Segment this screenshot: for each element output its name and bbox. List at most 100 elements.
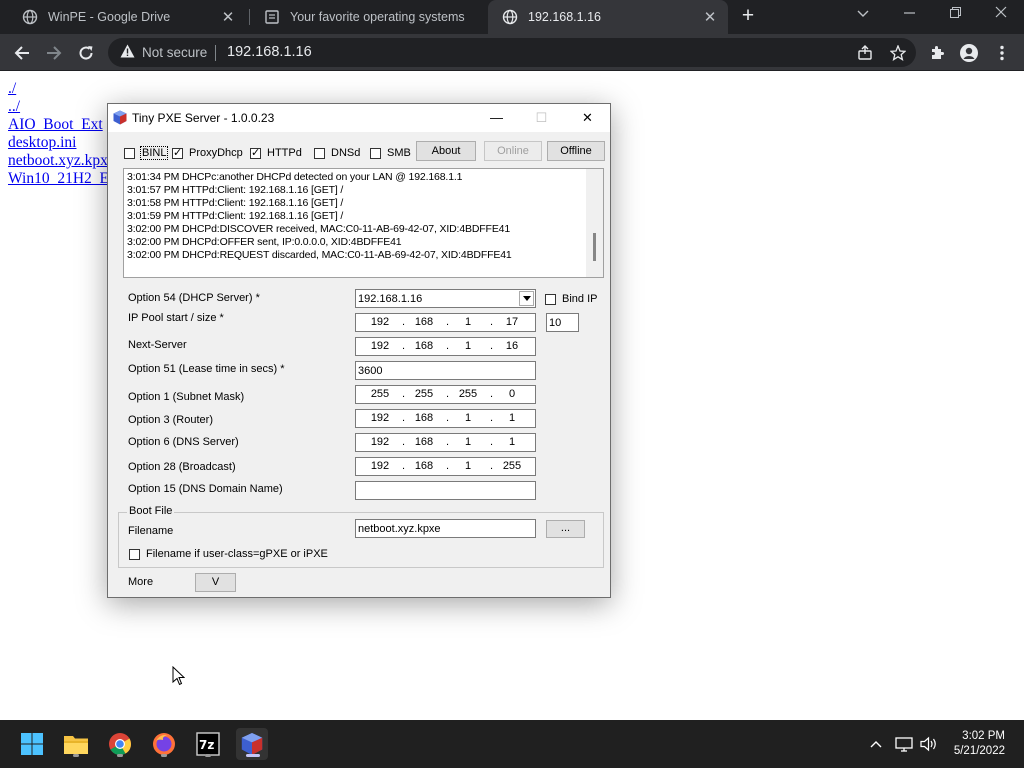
tab-winpe-drive[interactable]: WinPE - Google Drive ✕ bbox=[8, 0, 246, 34]
dnsd-checkbox[interactable]: DNSd bbox=[314, 147, 360, 159]
lease-time-field[interactable]: 3600 bbox=[355, 361, 536, 380]
ip-octet[interactable]: 192 bbox=[365, 412, 395, 424]
httpd-checkbox[interactable]: HTTPd bbox=[250, 146, 302, 159]
router-field[interactable]: 192 . 168 . 1 . 1 bbox=[355, 409, 536, 428]
scrollbar-thumb[interactable] bbox=[593, 233, 596, 261]
ip-octet[interactable]: 16 bbox=[497, 340, 527, 352]
ip-octet[interactable]: 255 bbox=[497, 460, 527, 472]
chevron-down-icon[interactable] bbox=[519, 291, 534, 306]
share-icon[interactable] bbox=[855, 43, 875, 63]
bind-ip-checkbox[interactable]: Bind IP bbox=[545, 293, 597, 305]
link-win10[interactable]: Win10_21H2_E bbox=[8, 170, 109, 188]
volume-icon[interactable] bbox=[918, 733, 940, 755]
link-netboot-kpxe[interactable]: netboot.xyz.kpx bbox=[8, 152, 109, 170]
ip-octet[interactable]: 255 bbox=[409, 388, 439, 400]
ip-octet[interactable]: 168 bbox=[409, 316, 439, 328]
about-button[interactable]: About bbox=[416, 141, 476, 161]
log-line: 3:01:57 PM HTTPd:Client: 192.168.1.16 [G… bbox=[127, 184, 344, 196]
user-class-checkbox[interactable]: Filename if user-class=gPXE or iPXE bbox=[129, 548, 328, 560]
ip-pool-size-field[interactable]: 10 bbox=[546, 313, 579, 332]
log-output[interactable]: 3:01:34 PM DHCPc:another DHCPd detected … bbox=[123, 168, 604, 278]
minimize-icon[interactable]: — bbox=[474, 104, 519, 132]
tiny-pxe-icon[interactable] bbox=[236, 728, 268, 760]
window-title: Tiny PXE Server - 1.0.0.23 bbox=[132, 111, 275, 125]
tab-local-server[interactable]: 192.168.1.16 ✕ bbox=[488, 0, 728, 34]
close-icon[interactable]: ✕ bbox=[565, 104, 610, 132]
chrome-icon[interactable] bbox=[104, 728, 136, 760]
clock-date: 5/21/2022 bbox=[953, 745, 1005, 757]
menu-icon[interactable] bbox=[991, 42, 1013, 64]
window-titlebar[interactable]: Tiny PXE Server - 1.0.0.23 — ☐ ✕ bbox=[108, 104, 610, 132]
close-icon[interactable] bbox=[978, 0, 1024, 30]
back-icon[interactable] bbox=[10, 41, 34, 65]
option54-combo[interactable]: 192.168.1.16 bbox=[355, 289, 536, 308]
dns-server-field[interactable]: 192 . 168 . 1 . 1 bbox=[355, 433, 536, 452]
ip-octet[interactable]: 192 bbox=[365, 460, 395, 472]
star-icon[interactable] bbox=[888, 43, 908, 63]
close-icon[interactable]: ✕ bbox=[220, 8, 236, 26]
ip-octet[interactable]: 168 bbox=[409, 412, 439, 424]
ip-dot: . bbox=[490, 436, 494, 448]
url-text[interactable]: 192.168.1.16 bbox=[227, 44, 312, 60]
ip-octet[interactable]: 1 bbox=[453, 412, 483, 424]
ip-octet[interactable]: 192 bbox=[365, 316, 395, 328]
warning-icon[interactable] bbox=[120, 44, 135, 63]
ip-octet[interactable]: 1 bbox=[453, 436, 483, 448]
ip-octet[interactable]: 168 bbox=[409, 460, 439, 472]
offline-button[interactable]: Offline bbox=[547, 141, 605, 161]
forward-icon[interactable] bbox=[42, 41, 66, 65]
dns-domain-field[interactable] bbox=[355, 481, 536, 500]
firefox-icon[interactable] bbox=[148, 728, 180, 760]
log-scrollbar[interactable] bbox=[586, 169, 603, 277]
link-aio-boot-ext[interactable]: AIO_Boot_Ext bbox=[8, 116, 109, 134]
next-server-field[interactable]: 192 . 168 . 1 . 16 bbox=[355, 337, 536, 356]
mouse-cursor-icon bbox=[172, 666, 185, 686]
ip-octet[interactable]: 17 bbox=[497, 316, 527, 328]
option15-label: Option 15 (DNS Domain Name) bbox=[128, 483, 283, 495]
ip-octet[interactable]: 1 bbox=[453, 460, 483, 472]
ip-octet[interactable]: 0 bbox=[497, 388, 527, 400]
address-bar[interactable]: Not secure 192.168.1.16 bbox=[108, 38, 916, 67]
smb-checkbox[interactable]: SMB bbox=[370, 147, 411, 159]
profile-icon[interactable] bbox=[958, 42, 980, 64]
network-icon[interactable] bbox=[893, 733, 915, 755]
file-explorer-icon[interactable] bbox=[60, 728, 92, 760]
chevron-up-icon[interactable] bbox=[865, 733, 887, 755]
proxydhcp-checkbox[interactable]: ProxyDhcp bbox=[172, 146, 243, 159]
ip-octet[interactable]: 1 bbox=[453, 316, 483, 328]
ip-octet[interactable]: 192 bbox=[365, 340, 395, 352]
tab-favorite-os[interactable]: Your favorite operating systems bbox=[250, 0, 486, 34]
ip-octet[interactable]: 1 bbox=[497, 436, 527, 448]
boot-filename-value: netboot.xyz.kpxe bbox=[358, 523, 441, 535]
ip-octet[interactable]: 168 bbox=[409, 436, 439, 448]
restore-icon[interactable] bbox=[932, 0, 978, 30]
link-current-dir[interactable]: ./ bbox=[8, 80, 109, 98]
ip-pool-start-field[interactable]: 192 . 168 . 1 . 17 bbox=[355, 313, 536, 332]
ip-octet[interactable]: 168 bbox=[409, 340, 439, 352]
browse-button[interactable]: ... bbox=[546, 520, 585, 538]
broadcast-field[interactable]: 192 . 168 . 1 . 255 bbox=[355, 457, 536, 476]
subnet-mask-field[interactable]: 255 . 255 . 255 . 0 bbox=[355, 385, 536, 404]
ip-octet[interactable]: 1 bbox=[497, 412, 527, 424]
ip-octet[interactable]: 255 bbox=[453, 388, 483, 400]
close-icon[interactable]: ✕ bbox=[702, 8, 718, 26]
ip-dot: . bbox=[402, 388, 406, 400]
chevron-down-icon[interactable] bbox=[840, 0, 886, 30]
reload-icon[interactable] bbox=[74, 41, 98, 65]
link-desktop-ini[interactable]: desktop.ini bbox=[8, 134, 109, 152]
more-button[interactable]: V bbox=[195, 573, 236, 592]
ip-octet[interactable]: 1 bbox=[453, 340, 483, 352]
7zip-icon[interactable]: 7z bbox=[192, 728, 224, 760]
new-tab-icon[interactable]: + bbox=[737, 5, 759, 28]
ip-octet[interactable]: 192 bbox=[365, 436, 395, 448]
binl-checkbox[interactable]: BINL bbox=[124, 146, 169, 160]
minimize-icon[interactable] bbox=[886, 0, 932, 30]
link-parent-dir[interactable]: ../ bbox=[8, 98, 109, 116]
puzzle-icon[interactable] bbox=[926, 42, 948, 64]
security-label: Not secure bbox=[142, 45, 208, 60]
boot-filename-field[interactable]: netboot.xyz.kpxe bbox=[355, 519, 536, 538]
log-line: 3:01:58 PM HTTPd:Client: 192.168.1.16 [G… bbox=[127, 197, 344, 209]
system-clock[interactable]: 3:02 PM 5/21/2022 bbox=[954, 729, 1005, 759]
windows-start-icon[interactable] bbox=[16, 728, 48, 760]
ip-octet[interactable]: 255 bbox=[365, 388, 395, 400]
